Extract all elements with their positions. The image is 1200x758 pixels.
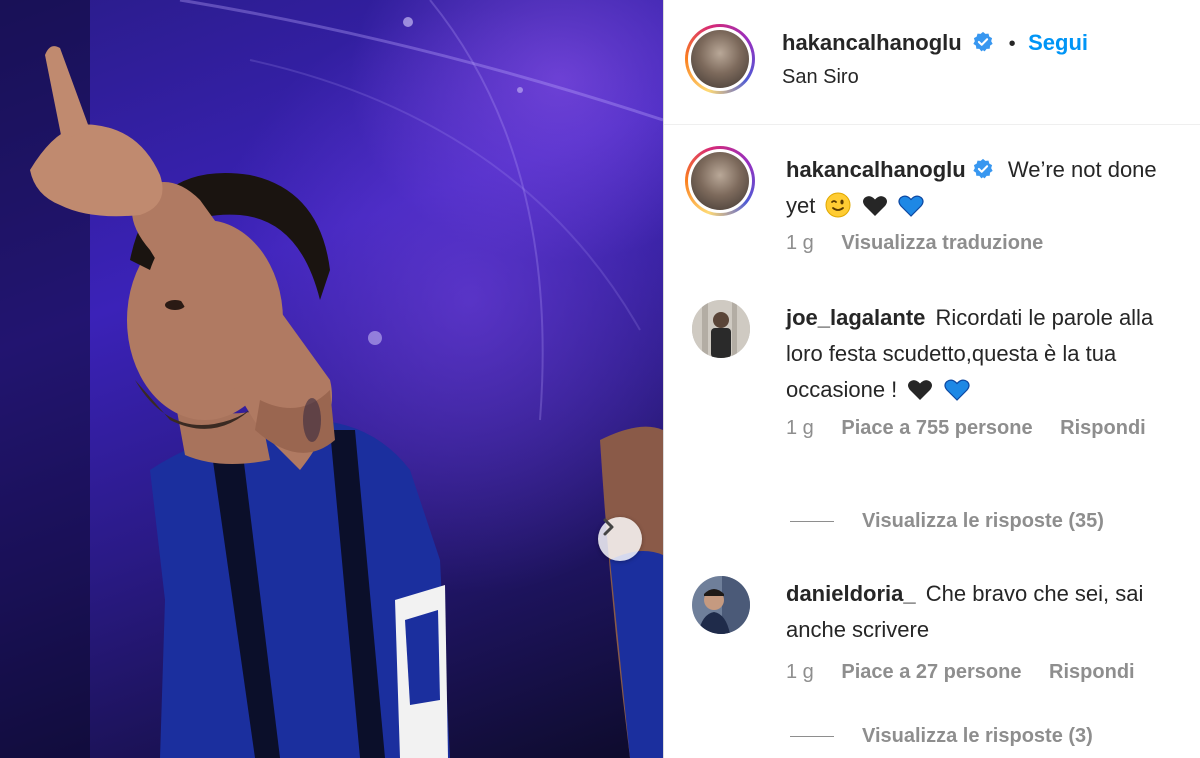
comment-age: 1 g	[786, 417, 814, 439]
blue-heart-icon	[898, 195, 924, 217]
commenter-avatar[interactable]	[692, 576, 750, 634]
reply-button[interactable]: Rispondi	[1060, 417, 1146, 439]
comments-panel: hakancalhanoglu • Segui San Siro hakanca…	[664, 0, 1200, 758]
player-photo-illustration	[0, 0, 663, 758]
caption-meta: 1 g Visualizza traduzione	[786, 232, 1065, 255]
comment-text-line: occasione !	[786, 377, 898, 402]
view-replies-label: Visualizza le risposte (3)	[862, 725, 1093, 747]
comment-body: joe_lagalante Ricordati le parole alla l…	[786, 300, 1196, 408]
comment-text-line: loro festa scudetto,questa è la tua	[786, 341, 1117, 366]
caption-text-line1: We’re not done	[1007, 157, 1157, 182]
commenter-avatar[interactable]	[692, 300, 750, 358]
post-location[interactable]: San Siro	[782, 66, 859, 89]
comment-meta: 1 g Piace a 27 persone Rispondi	[786, 661, 1157, 684]
avatar-image	[691, 30, 749, 88]
post-header: hakancalhanoglu • Segui San Siro	[664, 0, 1200, 125]
comment-age: 1 g	[786, 661, 814, 683]
verified-badge-icon	[973, 31, 993, 52]
avatar-image	[692, 300, 750, 358]
commenter-username[interactable]: joe_lagalante	[786, 305, 925, 330]
comment-body: danieldoria_ Che bravo che sei, sai anch…	[786, 576, 1196, 648]
reply-button[interactable]: Rispondi	[1049, 661, 1135, 683]
verified-badge-icon	[973, 158, 993, 179]
caption: hakancalhanoglu We’re not done yet	[786, 152, 1191, 224]
comment-text-line: Che bravo che sei, sai	[925, 581, 1144, 606]
comment-text-line: anche scrivere	[786, 617, 930, 642]
translate-link[interactable]: Visualizza traduzione	[841, 232, 1043, 254]
chevron-right-icon	[603, 518, 614, 536]
comment-likes-link[interactable]: Piace a 27 persone	[841, 661, 1021, 683]
view-replies-button[interactable]: Visualizza le risposte (35)	[790, 510, 1104, 533]
comment-meta: 1 g Piace a 755 persone Rispondi	[786, 417, 1168, 440]
comment-likes-link[interactable]: Piace a 755 persone	[841, 417, 1032, 439]
next-photo-button[interactable]	[598, 517, 642, 561]
commenter-username[interactable]: danieldoria_	[786, 581, 916, 606]
black-heart-icon	[862, 196, 887, 216]
post-photo	[0, 0, 663, 758]
black-heart-icon	[908, 380, 933, 400]
comment-text-line: Ricordati le parole alla	[935, 305, 1154, 330]
caption-author-username[interactable]: hakancalhanoglu	[786, 157, 966, 182]
separator-dot: •	[1008, 33, 1016, 55]
caption-age: 1 g	[786, 232, 814, 254]
header-user-row: hakancalhanoglu • Segui	[782, 30, 1088, 56]
caption-text-line2: yet	[786, 193, 816, 218]
caption-author-avatar[interactable]	[685, 146, 755, 216]
follow-button[interactable]: Segui	[1028, 30, 1088, 55]
author-username[interactable]: hakancalhanoglu	[782, 30, 962, 55]
view-replies-label: Visualizza le risposte (35)	[862, 510, 1104, 532]
replies-line	[790, 521, 834, 522]
avatar-image	[692, 576, 750, 634]
winking-face-icon	[825, 192, 851, 218]
view-replies-button[interactable]: Visualizza le risposte (3)	[790, 725, 1093, 748]
replies-line	[790, 736, 834, 737]
blue-heart-icon	[943, 379, 970, 401]
author-avatar[interactable]	[685, 24, 755, 94]
avatar-image	[691, 152, 749, 210]
